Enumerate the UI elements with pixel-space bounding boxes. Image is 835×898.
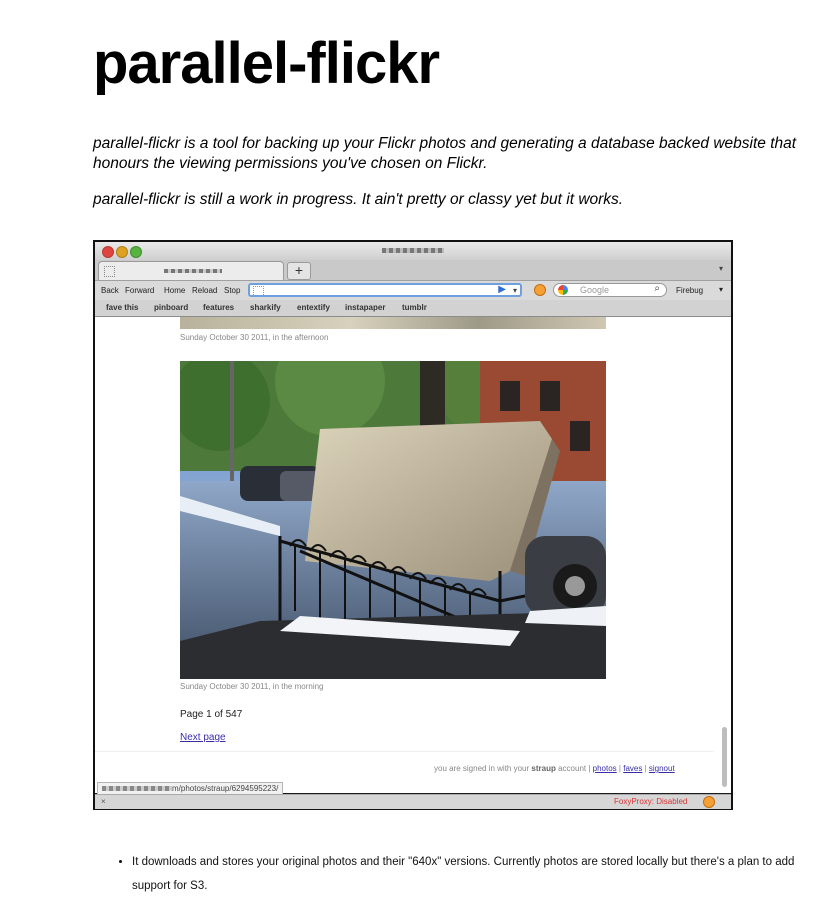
- chevron-down-icon[interactable]: ▾: [719, 285, 723, 294]
- photo-thumbnail-partial[interactable]: [180, 317, 606, 329]
- close-icon[interactable]: ×: [101, 797, 106, 806]
- go-arrow-icon[interactable]: ▶: [498, 285, 506, 295]
- close-window-icon[interactable]: [102, 246, 114, 258]
- features-list: It downloads and stores your original ph…: [112, 850, 812, 898]
- vertical-scrollbar[interactable]: [722, 727, 727, 787]
- new-tab-button[interactable]: +: [287, 262, 311, 280]
- tab-favicon-icon: [104, 266, 115, 277]
- forward-button[interactable]: Forward: [125, 286, 154, 295]
- page-content: Sunday October 30 2011, in the afternoon: [95, 317, 731, 793]
- faves-link[interactable]: faves: [623, 764, 642, 773]
- intro-paragraph-1: parallel-flickr is a tool for backing up…: [93, 135, 797, 172]
- site-favicon-icon: [253, 286, 264, 297]
- foxyproxy-icon[interactable]: [534, 284, 546, 296]
- status-url-path: m/photos/straup/6294595223/: [172, 784, 279, 793]
- bookmark-sharkify[interactable]: sharkify: [250, 303, 281, 312]
- photo-caption-afternoon: Sunday October 30 2011, in the afternoon: [180, 333, 329, 342]
- tab-list-icon[interactable]: ▾: [719, 264, 723, 273]
- foxyproxy-status[interactable]: FoxyProxy: Disabled: [614, 797, 687, 806]
- signed-in-username: straup: [531, 764, 556, 773]
- bookmark-features[interactable]: features: [203, 303, 234, 312]
- browser-screenshot: + ▾ Back Forward Home Reload Stop ▶ ▾ Go…: [93, 240, 733, 810]
- signed-in-prefix: you are signed in with your: [434, 764, 530, 773]
- pagination-count: Page 1 of 547: [180, 709, 243, 720]
- browser-tab[interactable]: [98, 261, 284, 280]
- signed-in-suffix: account: [558, 764, 587, 773]
- photo-caption-morning: Sunday October 30 2011, in the morning: [180, 682, 324, 691]
- tab-strip: + ▾: [95, 260, 731, 281]
- address-bar[interactable]: ▶ ▾: [248, 283, 522, 297]
- status-url-blurred: [102, 786, 172, 792]
- zoom-window-icon[interactable]: [130, 246, 142, 258]
- search-icon[interactable]: ⌕: [654, 283, 660, 294]
- photo-mattress[interactable]: [180, 361, 606, 679]
- history-dropdown-icon[interactable]: ▾: [513, 286, 517, 295]
- photos-link[interactable]: photos: [593, 764, 617, 773]
- reload-button[interactable]: Reload: [192, 286, 217, 295]
- bookmark-pinboard[interactable]: pinboard: [154, 303, 188, 312]
- bookmark-tumblr[interactable]: tumblr: [402, 303, 427, 312]
- firebug-button[interactable]: Firebug: [676, 286, 703, 295]
- intro-paragraph-2: parallel-flickr is still a work in progr…: [93, 191, 624, 208]
- back-button[interactable]: Back: [101, 286, 119, 295]
- page-title: parallel-flickr: [93, 31, 440, 96]
- next-page-link[interactable]: Next page: [180, 732, 226, 743]
- bookmark-entextify[interactable]: entextify: [297, 303, 330, 312]
- search-placeholder: Google: [580, 285, 610, 295]
- mattress-photo-image: [180, 361, 606, 679]
- search-input[interactable]: Google ⌕: [553, 283, 667, 297]
- bookmark-instapaper[interactable]: instapaper: [345, 303, 385, 312]
- footer-divider: [95, 751, 713, 752]
- tab-title-blurred: [164, 269, 222, 273]
- navigation-toolbar: Back Forward Home Reload Stop ▶ ▾ Google…: [95, 281, 731, 300]
- window-title-blurred: [382, 248, 444, 253]
- google-icon[interactable]: [558, 285, 568, 295]
- bookmark-fave-this[interactable]: fave this: [106, 303, 138, 312]
- window-titlebar: [95, 242, 731, 260]
- bookmarks-bar: fave this pinboard features sharkify ent…: [95, 300, 731, 317]
- signout-link[interactable]: signout: [649, 764, 675, 773]
- stop-button[interactable]: Stop: [224, 286, 240, 295]
- signed-in-text: you are signed in with your straup accou…: [434, 764, 675, 773]
- foxyproxy-status-icon[interactable]: [703, 796, 715, 808]
- feature-item: It downloads and stores your original ph…: [132, 850, 812, 898]
- minimize-window-icon[interactable]: [116, 246, 128, 258]
- home-button[interactable]: Home: [164, 286, 185, 295]
- status-bar: × FoxyProxy: Disabled: [95, 794, 731, 809]
